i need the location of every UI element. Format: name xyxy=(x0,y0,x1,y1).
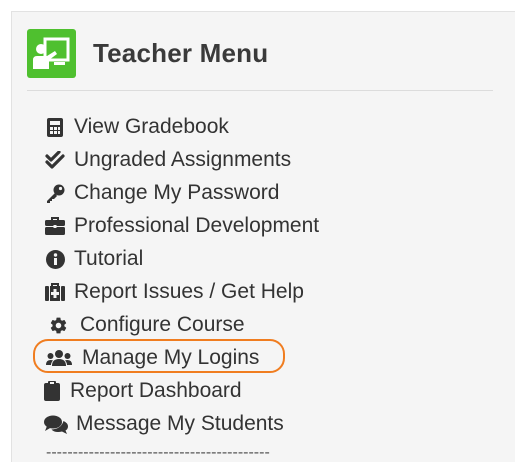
menu-item-tutorial[interactable]: Tutorial xyxy=(44,244,143,274)
menu-item-message-students[interactable]: Message My Students xyxy=(44,409,284,439)
calculator-icon xyxy=(44,116,66,138)
menu-item-label: Ungraded Assignments xyxy=(74,148,292,171)
teacher-menu-panel: Teacher Menu View Gradebook Ungraded Ass… xyxy=(11,11,515,462)
menu-item-change-password[interactable]: Change My Password xyxy=(44,178,279,208)
menu-item-label: Tutorial xyxy=(74,247,144,270)
medkit-icon xyxy=(44,281,66,303)
menu-item-professional-development[interactable]: Professional Development xyxy=(44,211,319,241)
menu-item-configure-course[interactable]: Configure Course xyxy=(47,310,245,340)
clipboard-icon xyxy=(44,380,60,402)
teacher-board-icon xyxy=(27,29,76,78)
header-divider xyxy=(27,90,493,91)
comments-icon xyxy=(44,413,68,435)
key-icon xyxy=(44,182,66,204)
menu-item-label: Report Dashboard xyxy=(70,379,242,402)
menu-item-label: Report Issues / Get Help xyxy=(74,280,304,303)
menu-separator: ----------------------------------------… xyxy=(46,444,270,461)
menu-item-label: Configure Course xyxy=(80,313,245,336)
menu-item-label: Professional Development xyxy=(74,214,320,237)
menu-item-report-issues[interactable]: Report Issues / Get Help xyxy=(44,277,304,307)
menu-item-ungraded-assignments[interactable]: Ungraded Assignments xyxy=(44,145,291,175)
menu-item-view-gradebook[interactable]: View Gradebook xyxy=(44,112,229,142)
double-check-icon xyxy=(44,149,66,171)
page-title: Teacher Menu xyxy=(93,38,269,68)
briefcase-icon xyxy=(44,215,66,237)
menu-item-label: Message My Students xyxy=(76,412,284,435)
info-circle-icon xyxy=(44,248,66,270)
menu-item-report-dashboard[interactable]: Report Dashboard xyxy=(44,376,242,406)
menu-item-label: Change My Password xyxy=(74,181,280,204)
gear-icon xyxy=(47,314,69,336)
highlight-ring xyxy=(33,339,285,373)
menu-item-label: View Gradebook xyxy=(74,115,229,138)
